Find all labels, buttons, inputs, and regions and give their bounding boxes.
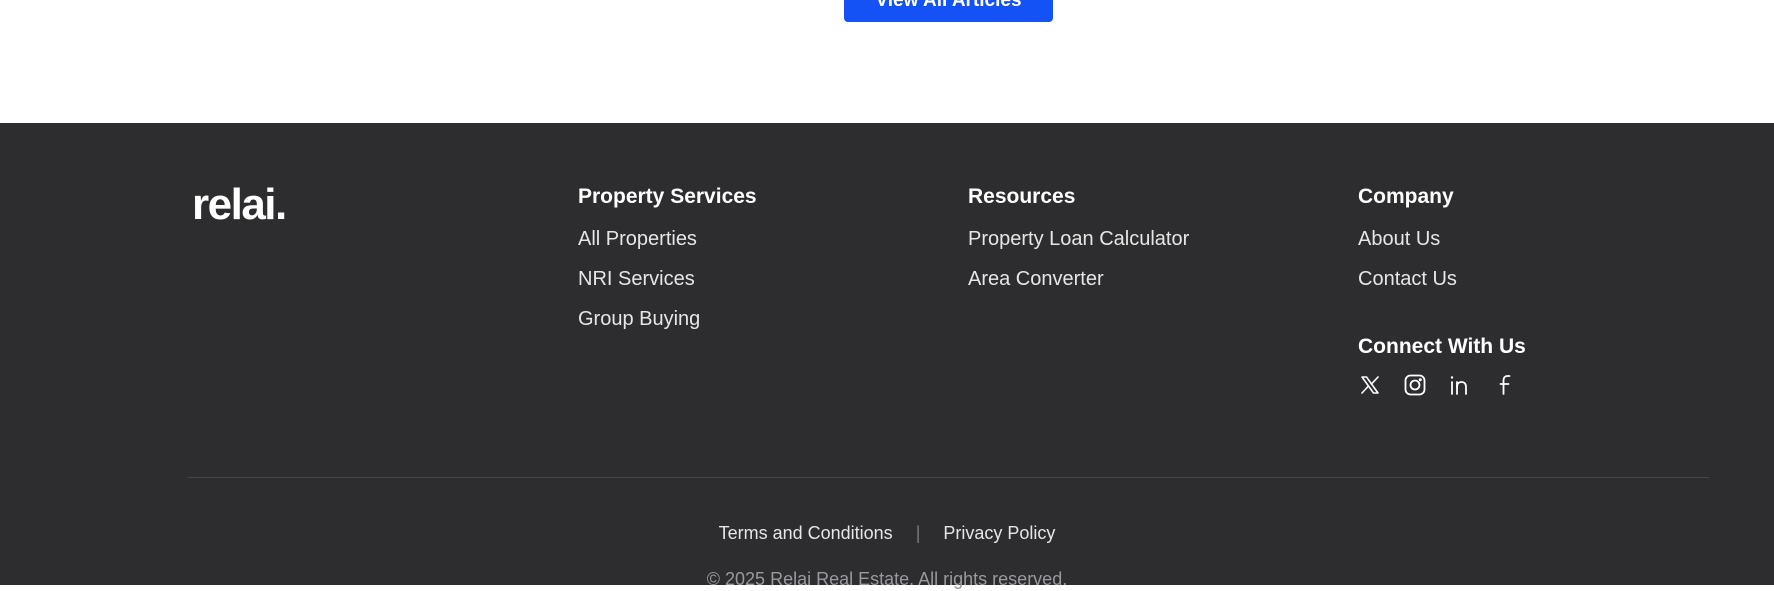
view-all-articles-button[interactable]: View All Articles <box>844 0 1053 22</box>
x-twitter-icon[interactable] <box>1358 373 1382 397</box>
footer-link-contact-us[interactable]: Contact Us <box>1358 259 1457 299</box>
facebook-icon[interactable] <box>1493 373 1517 397</box>
footer-link-area-converter[interactable]: Area Converter <box>968 259 1189 299</box>
footer-divider <box>188 477 1709 478</box>
connect-with-us-title: Connect With Us <box>1358 335 1526 358</box>
footer-column-property-services: Property Services All Properties NRI Ser… <box>578 183 757 339</box>
legal-links: Terms and Conditions | Privacy Policy <box>0 521 1774 545</box>
footer-column-resources: Resources Property Loan Calculator Area … <box>968 183 1189 299</box>
footer-link-about-us[interactable]: About Us <box>1358 219 1457 259</box>
column-title-property-services: Property Services <box>578 185 757 208</box>
relai-logo[interactable]: relai. <box>192 183 287 227</box>
page-top-area: View All Articles <box>0 0 1774 123</box>
terms-and-conditions-link[interactable]: Terms and Conditions <box>719 523 893 543</box>
site-footer: relai. Property Services All Properties … <box>0 123 1774 589</box>
legal-separator: | <box>915 523 921 543</box>
column-title-resources: Resources <box>968 185 1076 208</box>
footer-link-group-buying[interactable]: Group Buying <box>578 299 757 339</box>
instagram-icon[interactable] <box>1403 373 1427 397</box>
footer-link-all-properties[interactable]: All Properties <box>578 219 757 259</box>
column-title-company: Company <box>1358 185 1454 208</box>
copyright-text: © 2025 Relai Real Estate. All rights res… <box>706 569 1068 589</box>
privacy-policy-link[interactable]: Privacy Policy <box>943 523 1055 543</box>
footer-link-property-loan-calculator[interactable]: Property Loan Calculator <box>968 219 1189 259</box>
linkedin-icon[interactable] <box>1448 373 1472 397</box>
social-links <box>1358 373 1517 397</box>
footer-link-nri-services[interactable]: NRI Services <box>578 259 757 299</box>
footer-column-company: Company About Us Contact Us <box>1358 183 1457 299</box>
